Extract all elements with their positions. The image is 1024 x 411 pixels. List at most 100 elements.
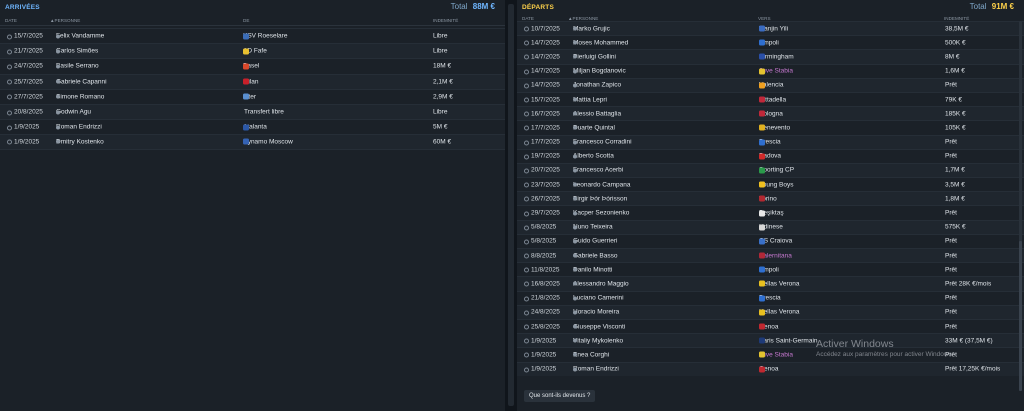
table-row[interactable]: 20/8/2025 Godwin Agu Transfert libre Libre: [0, 103, 505, 120]
table-row[interactable]: 15/7/2025 Mattia Lepri Cittadella 79K €: [517, 91, 1024, 106]
club-name[interactable]: Hellas Verona: [759, 309, 799, 316]
table-row[interactable]: 29/7/2025 Kacper Sezonienko Beşiktaş Prêt: [517, 205, 1024, 219]
table-row[interactable]: 14/7/2025 Jonathan Zapico Valencia Prêt: [517, 77, 1024, 92]
row-player[interactable]: Danilo Minotti: [573, 266, 612, 273]
row-player[interactable]: Alberto Scotta: [573, 153, 614, 160]
player-name[interactable]: Vitaliy Mykolenko: [573, 337, 623, 344]
player-name[interactable]: Francesco Acerbi: [573, 167, 623, 174]
row-player[interactable]: Roman Endrizzi: [56, 124, 102, 131]
row-player[interactable]: Basile Serrano: [56, 63, 99, 70]
row-club[interactable]: Sporting CP: [759, 167, 794, 174]
col-date[interactable]: DATE: [5, 18, 17, 23]
player-name[interactable]: Guido Guerrieri: [573, 238, 617, 245]
row-player[interactable]: Luciano Camerini: [573, 295, 624, 302]
table-row[interactable]: 27/7/2025 Simone Romano Inter 2,9M €: [0, 88, 505, 104]
player-name[interactable]: Marko Grujic: [573, 25, 610, 32]
table-row[interactable]: 17/7/2025 Duarte Quintal Benevento 105K €: [517, 120, 1024, 134]
scrollbar-thumb[interactable]: [1019, 241, 1022, 391]
player-name[interactable]: Luciano Camerini: [573, 295, 624, 302]
row-club[interactable]: Tianjin Yili: [759, 25, 788, 32]
row-club[interactable]: Empoli: [759, 266, 779, 273]
row-player[interactable]: Jonathan Zapico: [573, 82, 621, 89]
table-row[interactable]: 14/7/2025 Miljan Bogdanovic Juve Stabia 1,6…: [517, 63, 1024, 78]
row-club[interactable]: Genoa: [759, 323, 779, 330]
row-player[interactable]: Francesco Acerbi: [573, 167, 623, 174]
player-name[interactable]: Jonathan Zapico: [573, 82, 621, 89]
table-row[interactable]: 5/8/2025 Nuno Teixeira Udinese 575K €: [517, 219, 1024, 234]
row-club[interactable]: Inter: [243, 93, 256, 100]
row-player[interactable]: Felix Vandamme: [56, 33, 104, 40]
table-row[interactable]: 25/8/2025 Giuseppe Visconti Genoa Prêt: [517, 318, 1024, 333]
player-name[interactable]: Roman Endrizzi: [573, 366, 619, 373]
player-name[interactable]: Alessandro Maggio: [573, 280, 629, 287]
row-player[interactable]: Horacio Moreira: [573, 309, 619, 316]
row-club[interactable]: Atalanta: [243, 124, 267, 131]
row-club[interactable]: Hellas Verona: [759, 309, 799, 316]
row-player[interactable]: Guido Guerrieri: [573, 238, 617, 245]
departures-scrollbar[interactable]: [1019, 21, 1022, 391]
row-player[interactable]: Moses Mohammed: [573, 39, 628, 46]
table-row[interactable]: 8/8/2025 Gabriele Basso Salernitana Prêt: [517, 248, 1024, 263]
player-name[interactable]: Nuno Teixeira: [573, 224, 613, 231]
row-player[interactable]: Alessandro Maggio: [573, 280, 629, 287]
row-club[interactable]: Torino: [759, 195, 777, 202]
table-row[interactable]: 14/7/2025 Moses Mohammed Empoli 500K €: [517, 35, 1024, 49]
row-player[interactable]: Simone Romano: [56, 93, 104, 100]
player-name[interactable]: Felix Vandamme: [56, 33, 104, 40]
table-row[interactable]: 14/7/2025 Pierluigi Gollini Birmingham 8M €: [517, 49, 1024, 64]
table-row[interactable]: 15/7/2025 Felix Vandamme KSV Roeselare Libr…: [0, 28, 505, 43]
player-name[interactable]: Pierluigi Gollini: [573, 53, 616, 60]
row-player[interactable]: Pierluigi Gollini: [573, 53, 616, 60]
row-club[interactable]: Benevento: [759, 124, 790, 131]
player-name[interactable]: Francesco Corradini: [573, 139, 632, 146]
table-row[interactable]: 1/9/2025 Roman Endrizzi Genoa Prêt 17,25K €…: [517, 361, 1024, 376]
col-person[interactable]: ▲PERSONNE: [50, 18, 80, 23]
row-club[interactable]: Young Boys: [759, 181, 793, 188]
player-name[interactable]: Gabriele Basso: [573, 252, 617, 259]
table-row[interactable]: 19/7/2025 Alberto Scotta Padova Prêt: [517, 148, 1024, 163]
row-club[interactable]: Empoli: [759, 39, 779, 46]
row-club[interactable]: Transfert libre: [244, 109, 284, 116]
club-name[interactable]: Dynamo Moscow: [243, 138, 293, 145]
player-name[interactable]: Carlos Simões: [56, 48, 98, 55]
table-row[interactable]: 24/8/2025 Horacio Moreira Hellas Verona Prê…: [517, 304, 1024, 319]
table-row[interactable]: 20/7/2025 Francesco Acerbi Sporting CP 1,7M…: [517, 162, 1024, 178]
table-row[interactable]: 5/8/2025 Guido Guerrieri CS Craiova Prêt: [517, 233, 1024, 248]
row-player[interactable]: Francesco Corradini: [573, 139, 632, 146]
player-name[interactable]: Basile Serrano: [56, 63, 99, 70]
player-name[interactable]: Horacio Moreira: [573, 309, 619, 316]
row-club[interactable]: Basel: [243, 63, 259, 70]
row-player[interactable]: Roman Endrizzi: [573, 366, 619, 373]
row-club[interactable]: KSV Roeselare: [243, 33, 287, 40]
row-club[interactable]: Beşiktaş: [759, 210, 784, 217]
row-player[interactable]: Enea Corghi: [573, 351, 609, 358]
player-name[interactable]: Enea Corghi: [573, 351, 609, 358]
player-name[interactable]: Miljan Bogdanovic: [573, 68, 626, 75]
row-player[interactable]: Giuseppe Visconti: [573, 323, 625, 330]
row-player[interactable]: Gabriele Basso: [573, 252, 617, 259]
club-name[interactable]: Paris Saint-Germain: [759, 337, 818, 344]
row-club[interactable]: Juve Stabia: [759, 351, 793, 358]
row-club[interactable]: Juve Stabia: [759, 68, 793, 75]
player-name[interactable]: Birgir Þór Þórisson: [573, 195, 627, 202]
player-name[interactable]: Danilo Minotti: [573, 266, 612, 273]
player-name[interactable]: Leonardo Campana: [573, 181, 630, 188]
col-from[interactable]: DE: [243, 18, 249, 23]
player-name[interactable]: Alberto Scotta: [573, 153, 614, 160]
row-player[interactable]: Mattia Lepri: [573, 96, 607, 103]
table-row[interactable]: 16/7/2025 Alessio Battaglia Bologna 185K €: [517, 106, 1024, 121]
row-club[interactable]: Padova: [759, 153, 781, 160]
row-player[interactable]: Kacper Sezonienko: [573, 210, 629, 217]
table-row[interactable]: 1/9/2025 Dmitry Kostenko Dynamo Moscow 60M …: [0, 134, 505, 150]
row-player[interactable]: Alessio Battaglia: [573, 110, 621, 117]
row-player[interactable]: Vitaliy Mykolenko: [573, 337, 623, 344]
row-club[interactable]: Udinese: [759, 224, 783, 231]
player-name[interactable]: Moses Mohammed: [573, 39, 628, 46]
table-row[interactable]: 11/8/2025 Danilo Minotti Empoli Prêt: [517, 262, 1024, 276]
row-club[interactable]: AD Fafe: [243, 48, 267, 55]
player-name[interactable]: Gabriele Capanni: [56, 78, 107, 85]
player-name[interactable]: Simone Romano: [56, 93, 104, 100]
table-row[interactable]: 1/9/2025 Roman Endrizzi Atalanta 5M €: [0, 119, 505, 134]
table-row[interactable]: 23/7/2025 Leonardo Campana Young Boys 3,5M …: [517, 177, 1024, 191]
row-club[interactable]: Brescia: [759, 295, 781, 302]
